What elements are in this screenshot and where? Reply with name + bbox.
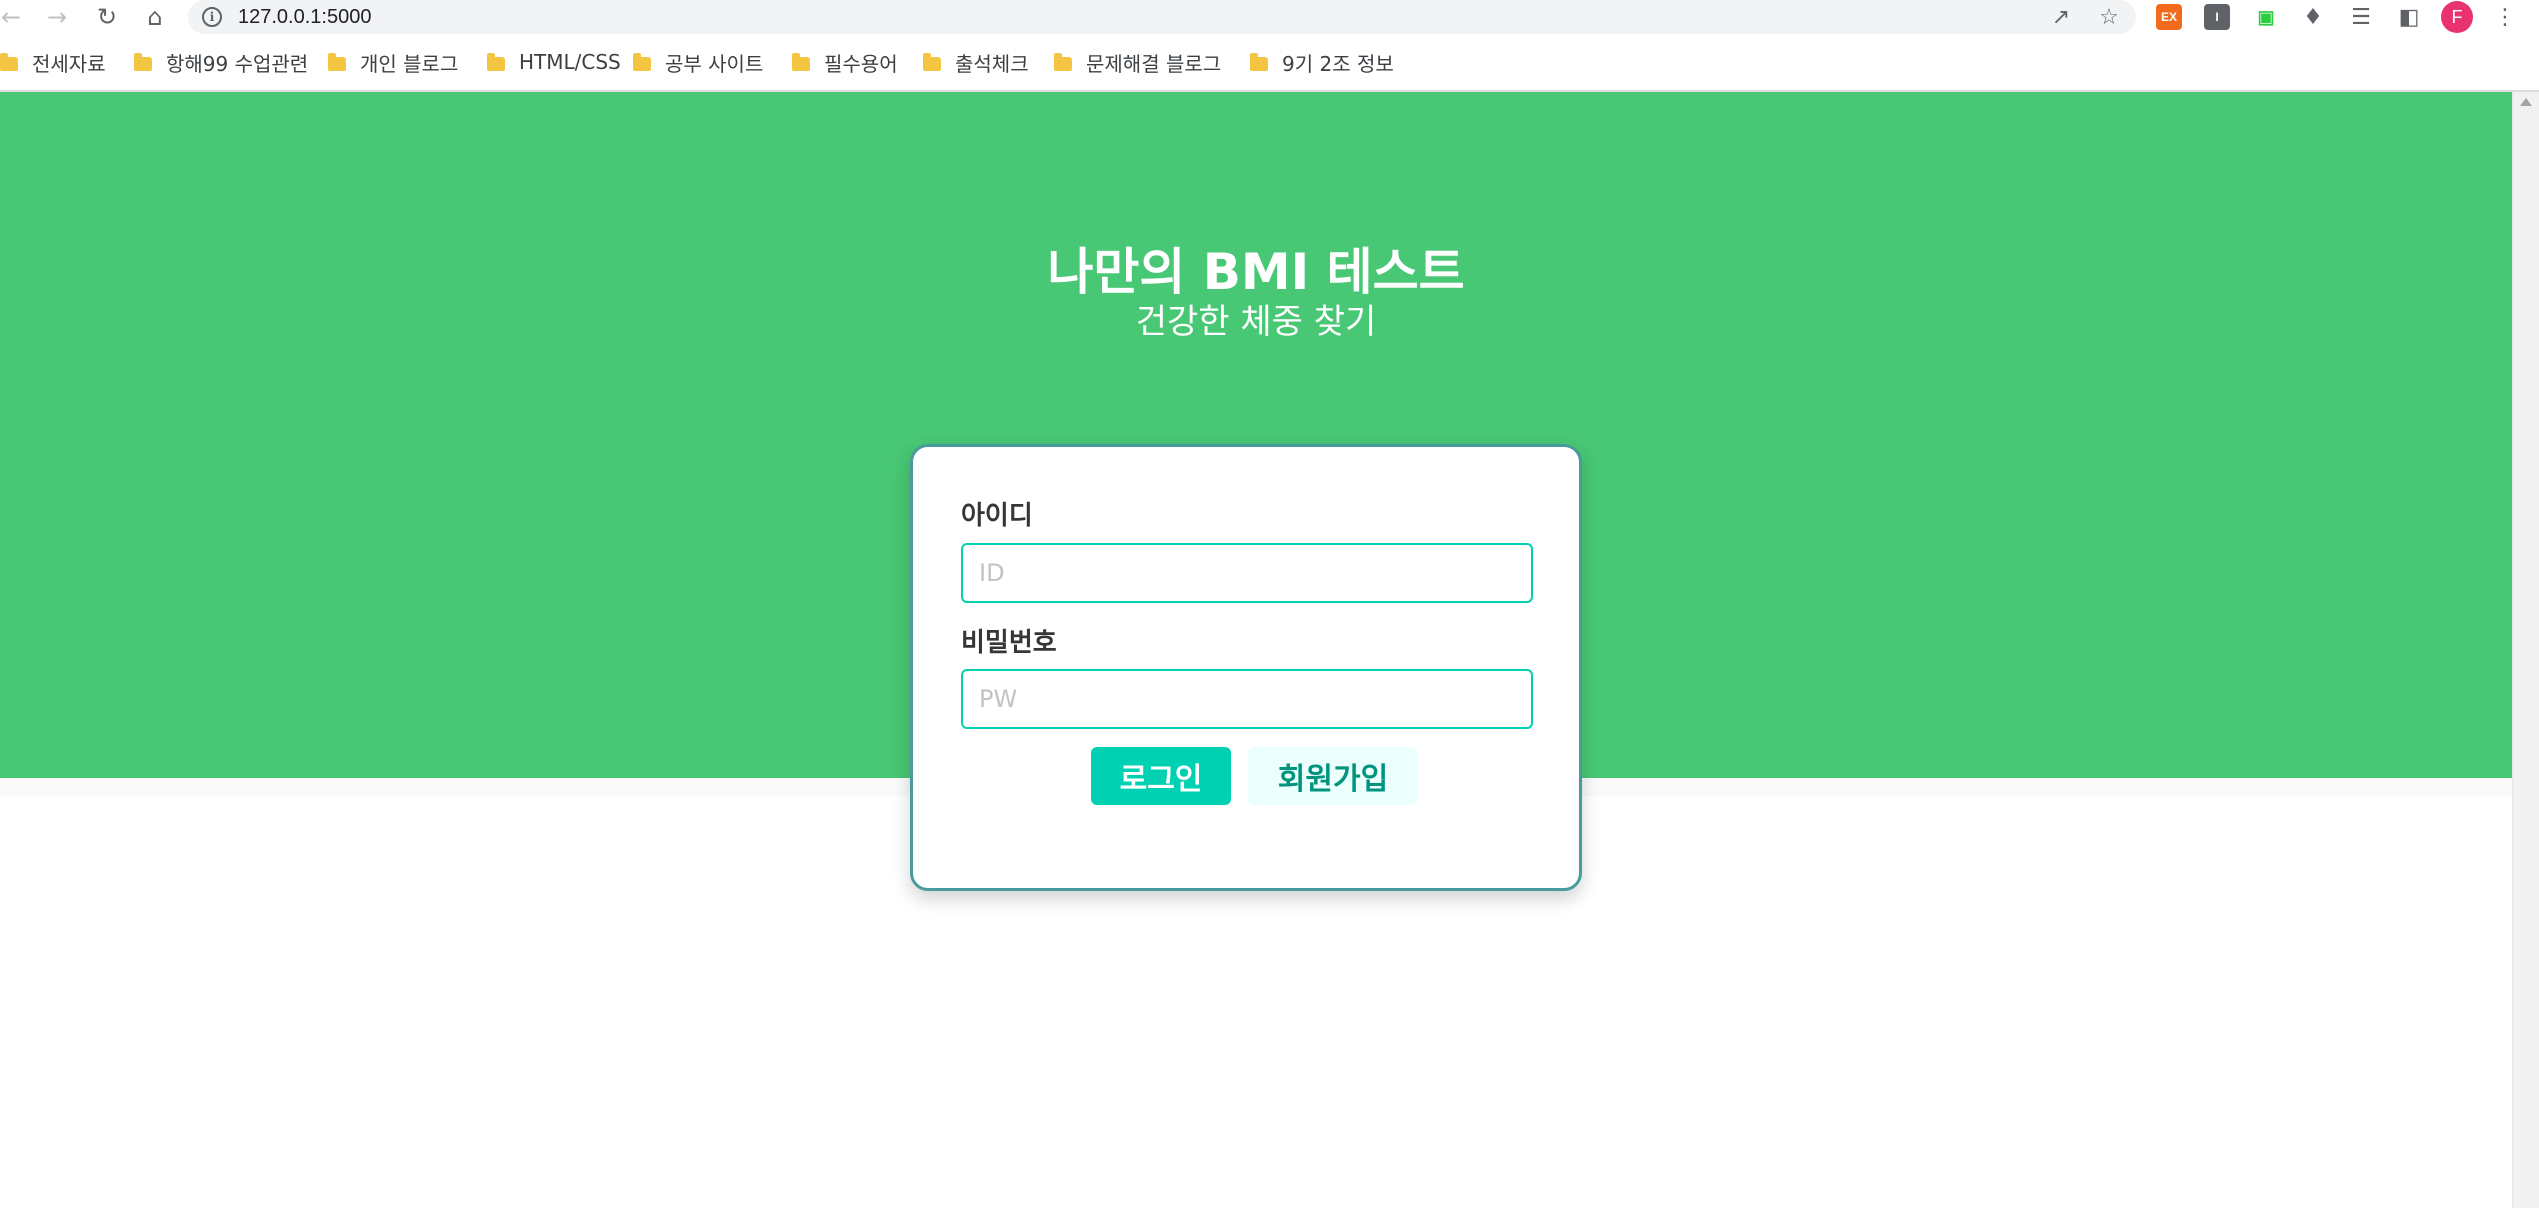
folder-icon	[0, 53, 18, 71]
bookmark-folder[interactable]: 문제해결 블로그	[1054, 46, 1221, 78]
screen-extension-icon[interactable]: ▣	[2253, 4, 2279, 30]
login-card: 아이디 비밀번호 로그인 회원가입	[910, 444, 1582, 891]
folder-icon	[1250, 53, 1268, 71]
scroll-up-arrow-icon[interactable]	[2520, 98, 2532, 106]
bookmark-folder[interactable]: 9기 2조 정보	[1250, 46, 1394, 78]
folder-icon	[487, 53, 505, 71]
bookmark-folder[interactable]: 전세자료	[0, 46, 106, 78]
id-label: 아이디	[961, 501, 1033, 531]
side-panel-icon[interactable]: ◧	[2392, 0, 2426, 34]
site-info-icon[interactable]: i	[202, 7, 222, 27]
page-scrollbar[interactable]	[2512, 92, 2539, 1208]
bookmark-folder[interactable]: 항해99 수업관련	[134, 46, 308, 78]
folder-icon	[134, 53, 152, 71]
folder-icon	[328, 53, 346, 71]
menu-kebab-icon[interactable]: ⋮	[2488, 0, 2522, 34]
address-bar[interactable]: i 127.0.0.1:5000 ↗ ☆	[188, 0, 2136, 34]
bookmark-folder[interactable]: 개인 블로그	[328, 46, 458, 78]
bookmark-folder[interactable]: 출석체크	[923, 46, 1029, 78]
folder-icon	[792, 53, 810, 71]
page-subtitle: 건강한 체중 찾기	[1135, 302, 1377, 342]
login-button[interactable]: 로그인	[1091, 747, 1231, 805]
pw-label: 비밀번호	[961, 628, 1057, 658]
back-icon[interactable]: ←	[0, 0, 28, 34]
forward-icon[interactable]: →	[40, 0, 74, 34]
folder-icon	[923, 53, 941, 71]
folder-icon	[633, 53, 651, 71]
browser-toolbar: ← → ↻ ⌂ i 127.0.0.1:5000 ↗ ☆ EX I ▣ ♦ ☰ …	[0, 0, 2539, 34]
bookmarks-bar: 전세자료 항해99 수업관련 개인 블로그 HTML/CSS 공부 사이트 필수…	[0, 46, 2539, 78]
extensions-puzzle-icon[interactable]: ♦	[2296, 0, 2330, 34]
media-queue-icon[interactable]: ☰	[2344, 0, 2378, 34]
profile-avatar[interactable]: F	[2441, 1, 2473, 33]
address-url[interactable]: 127.0.0.1:5000	[238, 0, 371, 34]
signup-button[interactable]: 회원가입	[1248, 747, 1418, 805]
folder-icon	[1054, 53, 1072, 71]
pw-input[interactable]	[961, 669, 1533, 729]
share-icon[interactable]: ↗	[2044, 0, 2078, 34]
reload-icon[interactable]: ↻	[90, 0, 124, 34]
ex-extension-icon[interactable]: EX	[2156, 4, 2182, 30]
i-extension-icon[interactable]: I	[2204, 4, 2230, 30]
bookmark-folder[interactable]: 공부 사이트	[633, 46, 763, 78]
id-input[interactable]	[961, 543, 1533, 603]
bookmark-star-icon[interactable]: ☆	[2092, 0, 2126, 34]
bookmark-folder[interactable]: HTML/CSS	[487, 46, 621, 78]
bookmark-folder[interactable]: 필수용어	[792, 46, 898, 78]
home-icon[interactable]: ⌂	[138, 0, 172, 34]
